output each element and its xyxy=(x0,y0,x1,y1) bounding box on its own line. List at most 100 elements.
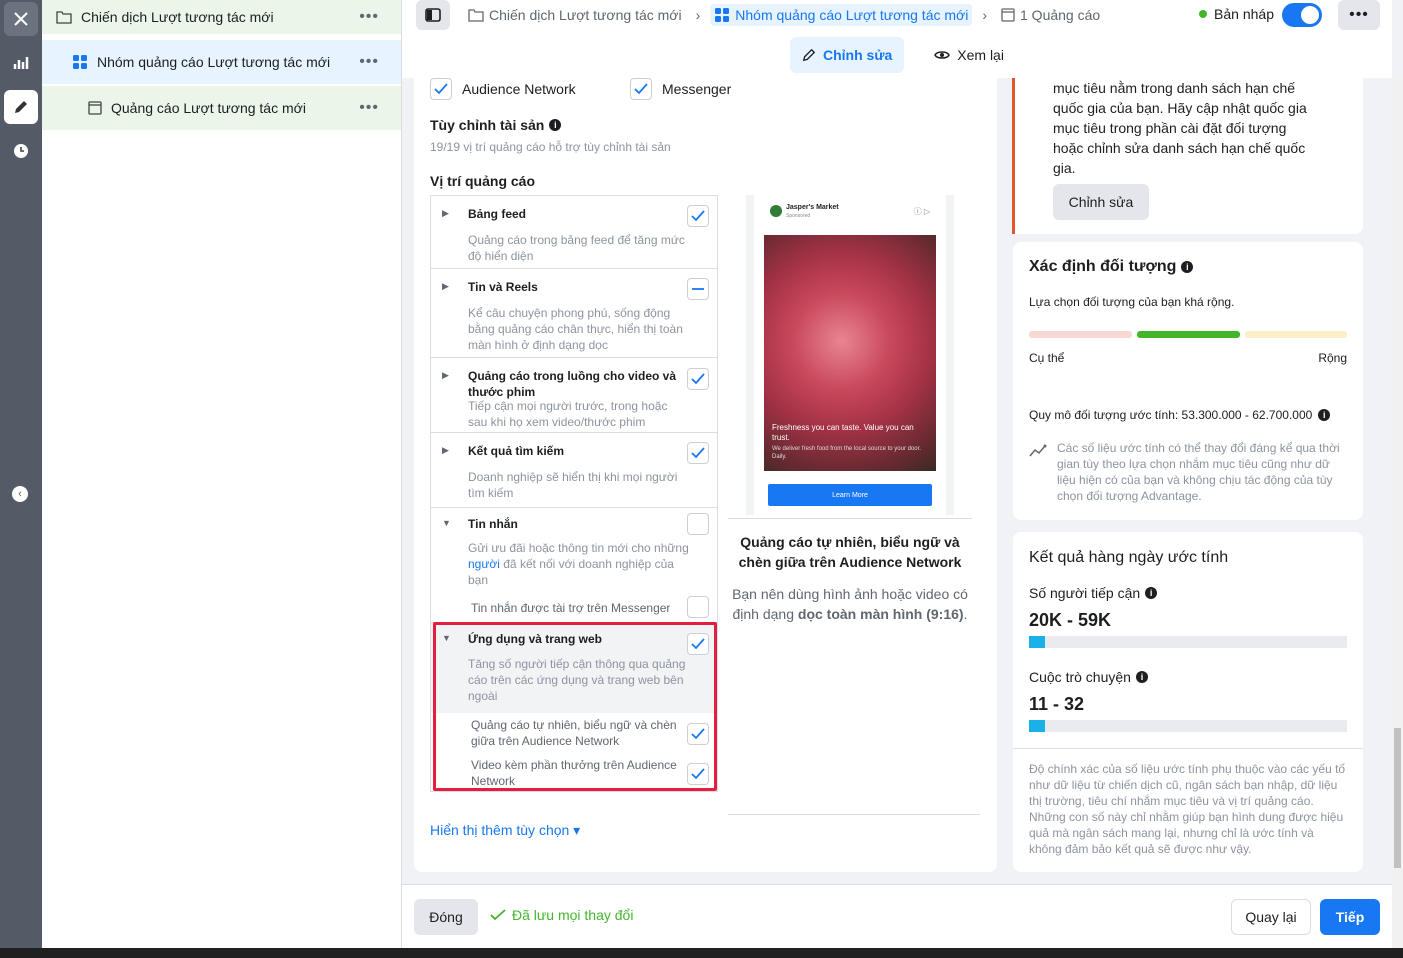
scrollbar-thumb[interactable] xyxy=(1394,728,1401,868)
close-footer-button[interactable]: Đóng xyxy=(414,899,478,935)
expand-icon[interactable]: ▶ xyxy=(442,370,449,381)
checkbox[interactable] xyxy=(687,442,709,464)
expand-icon[interactable]: ▶ xyxy=(442,281,449,292)
checkbox-partial[interactable] xyxy=(687,278,709,300)
checkbox[interactable] xyxy=(430,78,452,100)
saved-status: Đã lưu mọi thay đổi xyxy=(490,907,633,923)
placement-feed[interactable]: ▶ Bảng feed Quảng cáo trong bảng feed để… xyxy=(431,196,717,269)
eye-icon xyxy=(934,51,951,59)
conv-bar xyxy=(1029,720,1347,732)
placement-in-stream[interactable]: ▶ Quảng cáo trong luồng cho video và thư… xyxy=(431,358,717,433)
close-button[interactable] xyxy=(4,2,38,36)
chart-button[interactable] xyxy=(4,46,38,80)
taskbar xyxy=(0,948,1403,958)
tree-item-campaign[interactable]: Chiến dịch Lượt tương tác mới ••• xyxy=(42,0,401,34)
info-icon[interactable]: i xyxy=(1135,671,1148,683)
back-button[interactable]: Quay lại xyxy=(1231,899,1311,935)
close-icon xyxy=(14,12,28,26)
bar-chart-icon xyxy=(13,57,29,69)
show-more-link[interactable]: Hiển thị thêm tùy chọn ▾ xyxy=(430,822,580,839)
ad-icon xyxy=(88,101,102,115)
ad-icon xyxy=(1001,8,1015,22)
divider xyxy=(1013,748,1363,749)
history-button[interactable] xyxy=(4,134,38,168)
placement-stories-reels[interactable]: ▶ Tin và Reels Kể câu chuyện phong phú, … xyxy=(431,269,717,358)
status-dot-icon xyxy=(1199,10,1208,18)
expand-icon[interactable]: ▶ xyxy=(442,445,449,456)
platform-audience-network[interactable]: Audience Network xyxy=(430,78,576,100)
tab-review[interactable]: Xem lại xyxy=(922,37,1016,73)
info-icon[interactable]: i xyxy=(549,119,562,131)
reach-bar xyxy=(1029,636,1347,648)
trend-icon xyxy=(1029,444,1047,457)
placements-title: Vị trí quảng cáo xyxy=(430,173,536,189)
chevron-right-icon: › xyxy=(695,7,701,23)
highlight-box xyxy=(433,622,717,791)
publish-toggle[interactable] xyxy=(1282,3,1322,27)
clock-icon xyxy=(14,144,28,158)
tree-label: Chiến dịch Lượt tương tác mới xyxy=(81,9,274,25)
placement-search[interactable]: ▶ Kết quả tìm kiếm Doanh nghiệp sẽ hiển … xyxy=(431,433,717,508)
more-icon[interactable]: ••• xyxy=(359,53,379,71)
more-icon[interactable]: ••• xyxy=(359,8,379,26)
people-link[interactable]: người xyxy=(468,557,500,571)
breadcrumb-ads[interactable]: 1 Quảng cáo xyxy=(997,4,1104,26)
ad-options-icon: ⓘ ▷ xyxy=(913,207,930,216)
scrollbar[interactable] xyxy=(1392,78,1403,948)
more-icon[interactable]: ••• xyxy=(359,99,379,117)
sidebar-icon xyxy=(425,8,441,22)
pencil-icon xyxy=(802,48,816,62)
left-rail: ‹ xyxy=(0,0,42,958)
daily-results-card: Kết quả hàng ngày ước tính Số người tiếp… xyxy=(1013,532,1363,872)
grid-icon xyxy=(715,8,730,22)
placement-messages[interactable]: ▼ Tin nhắn Gửi ưu đãi hoặc thông tin mới… xyxy=(431,508,717,623)
audience-card: Xác định đối tượng i Lựa chọn đối tượng c… xyxy=(1013,242,1363,520)
phone-frame: Jasper's Market Sponsored ⓘ ▷ Freshness … xyxy=(754,195,946,515)
footer-bar: Đóng Đã lưu mọi thay đổi Quay lại Tiếp xyxy=(402,884,1392,948)
tab-edit[interactable]: Chỉnh sửa xyxy=(790,37,905,73)
collapse-icon[interactable]: ‹ xyxy=(12,486,28,502)
checkbox[interactable] xyxy=(630,78,652,100)
tree-item-adset[interactable]: Nhóm quảng cáo Lượt tương tác mới ••• xyxy=(42,40,401,84)
checkbox[interactable] xyxy=(687,205,709,227)
checkbox[interactable] xyxy=(687,513,709,535)
checkbox[interactable] xyxy=(687,368,709,390)
info-icon[interactable]: i xyxy=(1145,587,1158,599)
learn-more-button: Learn More xyxy=(768,484,932,506)
info-icon[interactable]: i xyxy=(1318,409,1331,421)
platform-messenger[interactable]: Messenger xyxy=(630,78,731,100)
conv-value: 11 - 32 xyxy=(1029,694,1085,714)
check-icon xyxy=(490,909,506,921)
divider xyxy=(728,814,980,815)
top-bar: Chiến dịch Lượt tương tác mới › Nhóm quả… xyxy=(402,0,1392,78)
edit-button[interactable] xyxy=(4,90,38,124)
info-icon[interactable]: i xyxy=(1181,261,1194,273)
toggle-panel-button[interactable] xyxy=(416,0,450,30)
tree-label: Nhóm quảng cáo Lượt tương tác mới xyxy=(97,54,331,70)
asset-custom-subtitle: 19/19 vị trí quảng cáo hỗ trợ tùy chỉnh … xyxy=(430,140,671,154)
status-badge: Bản nháp xyxy=(1199,6,1274,22)
audience-size: Quy mô đối tượng ước tính: 53.300.000 - … xyxy=(1029,407,1331,423)
conv-bar-fill xyxy=(1029,720,1045,732)
next-button[interactable]: Tiếp xyxy=(1320,899,1380,935)
reach-label: Số người tiếp cận i xyxy=(1029,585,1158,601)
brand-logo-icon xyxy=(770,205,782,217)
reach-bar-fill xyxy=(1029,636,1045,648)
tree-item-ad[interactable]: Quảng cáo Lượt tương tác mới ••• xyxy=(42,86,401,130)
more-button[interactable]: ••• xyxy=(1338,0,1380,30)
collapse-arrow-icon[interactable]: ▼ xyxy=(442,518,451,528)
grid-icon xyxy=(72,54,88,70)
tree-label: Quảng cáo Lượt tương tác mới xyxy=(111,100,306,116)
checkbox[interactable] xyxy=(687,596,709,618)
asset-custom-title: Tùy chỉnh tài sản i xyxy=(430,117,562,133)
breadcrumb-campaign[interactable]: Chiến dịch Lượt tương tác mới xyxy=(464,4,686,26)
preview-title: Quảng cáo tự nhiên, biểu ngữ và chèn giữ… xyxy=(738,534,962,570)
expand-icon[interactable]: ▶ xyxy=(442,208,449,219)
breadcrumb-adset[interactable]: Nhóm quảng cáo Lượt tương tác mới xyxy=(710,4,973,26)
warning-edit-button[interactable]: Chỉnh sửa xyxy=(1053,184,1149,220)
folder-icon xyxy=(468,9,484,22)
audience-meter-narrow xyxy=(1029,331,1132,338)
divider xyxy=(728,518,972,519)
campaign-tree: Chiến dịch Lượt tương tác mới ••• Nhóm q… xyxy=(42,0,402,948)
audience-meter-fit xyxy=(1137,331,1240,338)
